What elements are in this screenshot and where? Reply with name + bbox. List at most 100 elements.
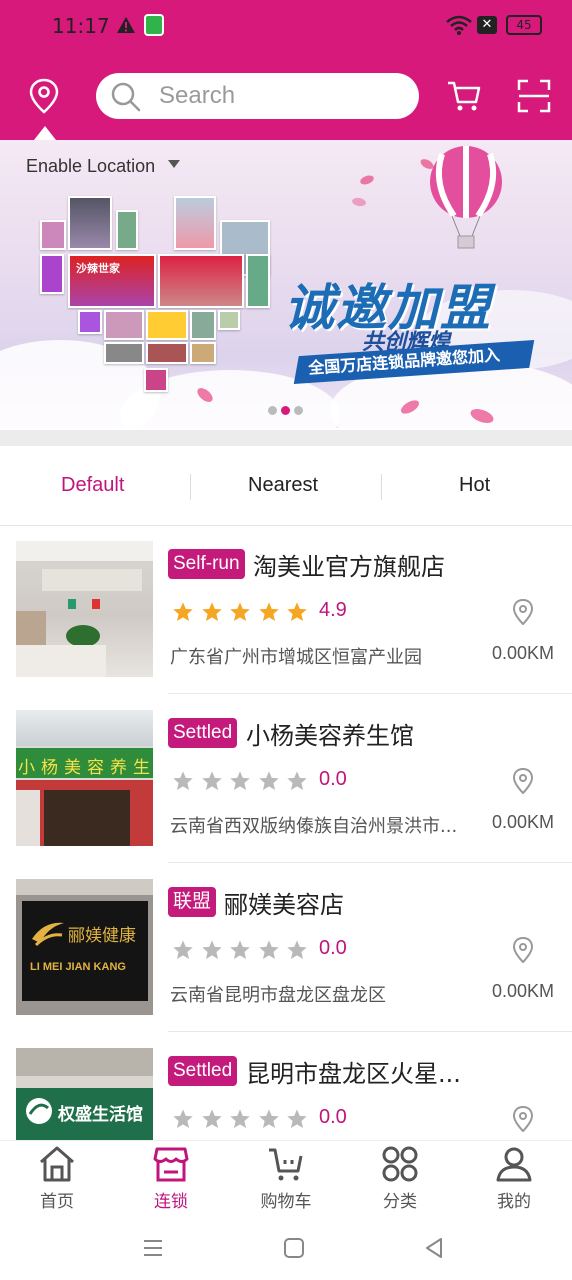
category-icon (382, 1146, 418, 1182)
store-thumbnail: 郦媄健康 LI MEI JIAN KANG (16, 879, 153, 1015)
tab-divider (190, 474, 191, 500)
cart-icon (269, 1148, 303, 1181)
app-header: Search (0, 54, 572, 140)
store-name: 小杨美容养生馆 (246, 722, 414, 750)
tab-default[interactable]: Default (61, 474, 124, 497)
star-icon (201, 602, 222, 621)
store-photo-collage: 沙辣世家 (40, 196, 275, 396)
star-icon (258, 602, 279, 621)
location-pointer (34, 126, 56, 140)
carousel-dot-active[interactable] (281, 406, 290, 415)
store-address: 广东省广州市增城区恒富产业园 (170, 647, 422, 668)
photo-logo-en: LI MEI JIAN KANG (30, 961, 126, 973)
cart-icon[interactable] (446, 78, 482, 114)
store-name: 昆明市盘龙区火星... (246, 1060, 461, 1088)
star-icon (287, 1109, 307, 1128)
store-icon (153, 1147, 189, 1182)
store-address: 云南省昆明市盘龙区盘龙区 (170, 985, 386, 1006)
star-icon (258, 940, 279, 959)
photo-sign-text: 小杨美容养生 (18, 758, 153, 778)
caret-down-icon[interactable] (168, 160, 180, 168)
nav-label: 首页 (40, 1192, 74, 1212)
rating-value: 0.0 (319, 937, 347, 959)
location-pin-icon (512, 599, 534, 625)
scan-icon[interactable] (516, 78, 552, 114)
carousel-dot[interactable] (268, 406, 277, 415)
enable-location-label[interactable]: Enable Location (26, 156, 155, 177)
photo-logo-mark (26, 1098, 52, 1124)
nav-cart[interactable]: 购物车 (236, 1145, 336, 1215)
nav-category[interactable]: 分类 (350, 1145, 450, 1215)
nav-profile[interactable]: 我的 (464, 1145, 564, 1215)
star-rating (172, 601, 315, 625)
nav-label: 购物车 (260, 1192, 312, 1212)
store-item[interactable]: 郦媄健康 LI MEI JIAN KANG 联盟 郦媄美容店 0.0 云南省昆明… (0, 863, 572, 1032)
search-input[interactable]: Search (96, 73, 419, 119)
store-thumbnail (16, 541, 153, 677)
rating-value: 0.0 (319, 1106, 347, 1128)
sort-tabs: Default Nearest Hot (0, 446, 572, 526)
star-icon (173, 602, 193, 621)
banner-shop-sign: 沙辣世家 (76, 262, 120, 275)
tab-hot[interactable]: Hot (459, 474, 490, 497)
location-icon[interactable] (28, 78, 60, 114)
location-pin-icon (512, 937, 534, 963)
rating-value: 4.9 (319, 599, 347, 621)
star-icon (258, 771, 279, 790)
store-badge: Self-run (168, 549, 245, 579)
carousel-dot[interactable] (294, 406, 303, 415)
star-icon (287, 771, 307, 790)
star-rating (172, 1108, 315, 1132)
tab-nearest[interactable]: Nearest (248, 474, 318, 497)
store-thumbnail: 权盛生活馆 (16, 1048, 153, 1140)
signal-off-icon: ✕ (477, 16, 497, 34)
star-rating (172, 770, 315, 794)
menu-icon[interactable] (141, 1236, 165, 1260)
home-icon (40, 1146, 74, 1182)
star-icon (230, 771, 250, 790)
home-button-icon[interactable] (282, 1236, 306, 1260)
tab-divider (381, 474, 382, 500)
store-thumbnail: 小杨美容养生 (16, 710, 153, 846)
star-rating (172, 939, 315, 963)
search-icon (111, 82, 141, 112)
store-badge: Settled (168, 718, 238, 748)
photo-logo-mark (32, 922, 64, 947)
star-icon (230, 602, 250, 621)
star-icon (201, 771, 222, 790)
store-distance: 0.00KM (492, 643, 555, 663)
search-placeholder: Search (159, 82, 236, 109)
bottom-nav: 首页 连锁 购物车 分类 我的 (0, 1140, 572, 1216)
star-icon (230, 940, 250, 959)
back-icon[interactable] (422, 1236, 446, 1260)
shield-icon (144, 14, 164, 36)
store-name: 淘美业官方旗舰店 (253, 553, 445, 581)
nav-chain[interactable]: 连锁 (121, 1145, 221, 1215)
star-icon (287, 602, 307, 621)
star-icon (287, 940, 307, 959)
store-item[interactable]: Self-run 淘美业官方旗舰店 4.9 广东省广州市增城区恒富产业园 0.0… (0, 525, 572, 694)
location-pin-icon (512, 768, 534, 794)
star-icon (173, 940, 193, 959)
promo-banner[interactable]: Enable Location 沙辣世家 诚邀加盟 共创辉煌 全国万店连锁品牌邀… (0, 140, 572, 428)
nav-home[interactable]: 首页 (7, 1145, 107, 1215)
battery-icon: 45 (506, 15, 542, 35)
carousel-dots[interactable] (268, 400, 307, 419)
rating-value: 0.0 (319, 768, 347, 790)
store-name: 郦媄美容店 (224, 891, 344, 919)
status-bar: 11:17 ✕ 45 (0, 0, 572, 54)
nav-label: 我的 (497, 1192, 531, 1212)
store-item[interactable]: 权盛生活馆 Settled 昆明市盘龙区火星... 0.0 (0, 1032, 572, 1140)
system-nav-bar (0, 1216, 572, 1280)
location-pin-icon (512, 1106, 534, 1132)
wifi-icon (446, 15, 472, 35)
nav-label: 连锁 (154, 1192, 188, 1212)
store-badge: Settled (168, 1056, 238, 1086)
store-address: 云南省西双版纳傣族自治州景洪市... (170, 816, 458, 837)
store-item[interactable]: 小杨美容养生 Settled 小杨美容养生馆 0.0 云南省西双版纳傣族自治州景… (0, 694, 572, 863)
status-time: 11:17 (52, 14, 110, 38)
store-distance: 0.00KM (492, 981, 555, 1001)
star-icon (230, 1109, 250, 1128)
star-icon (258, 1109, 279, 1128)
nav-label: 分类 (383, 1192, 417, 1212)
